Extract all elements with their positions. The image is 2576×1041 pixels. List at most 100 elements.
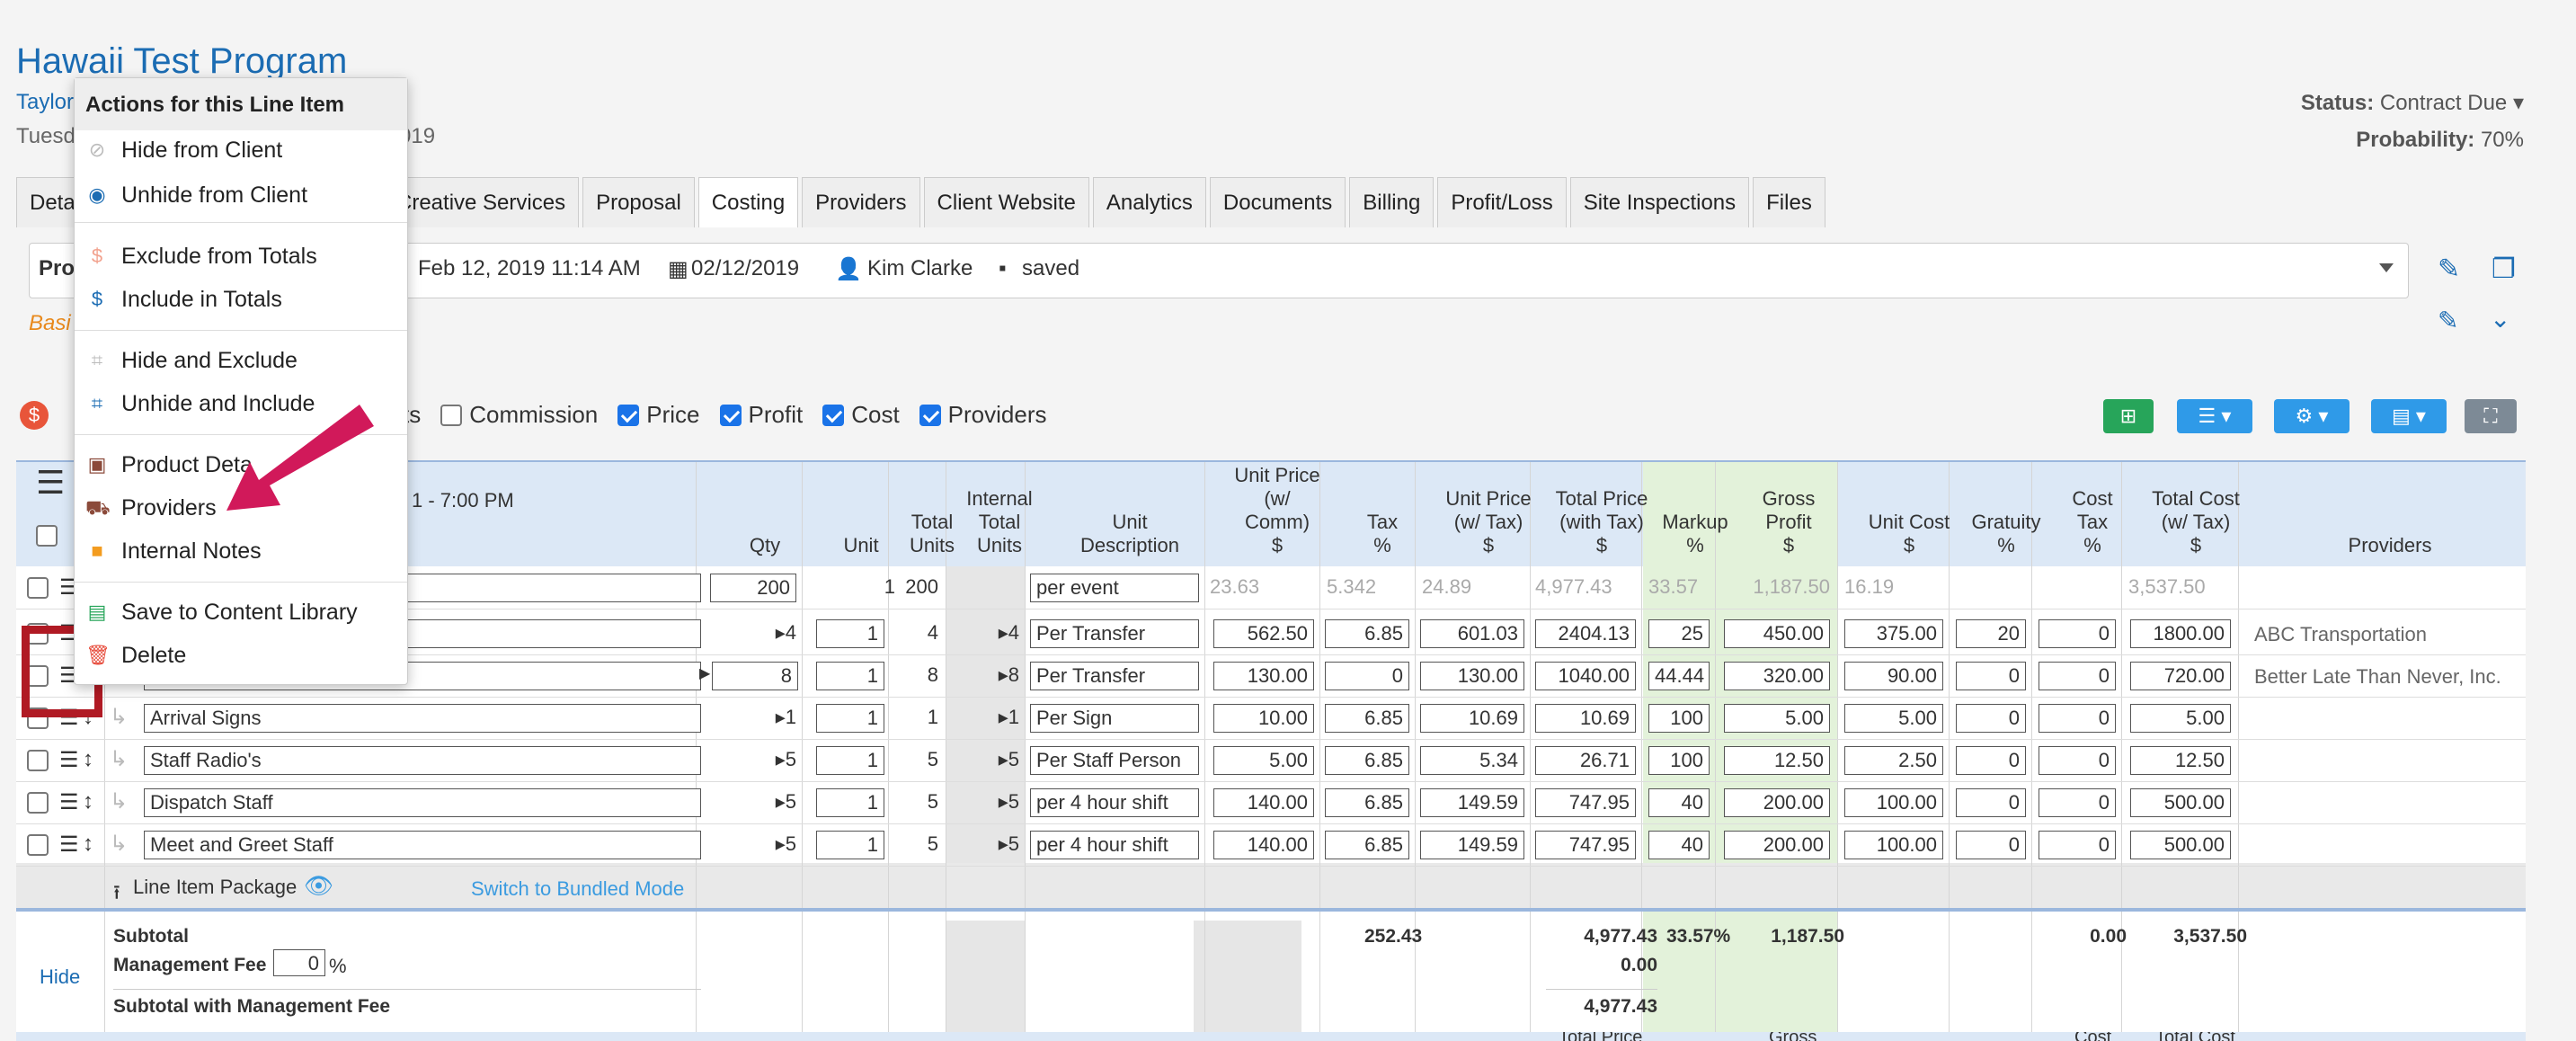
unit-price-input[interactable]: 562.50 (1213, 619, 1314, 648)
tax-input[interactable]: 6.85 (1325, 746, 1409, 775)
unit-description-input[interactable]: per 4 hour shift (1030, 788, 1199, 817)
total-price-input[interactable]: 1040.00 (1535, 662, 1636, 690)
unit-price-tax-input[interactable]: 149.59 (1420, 788, 1524, 817)
row-checkbox[interactable] (27, 750, 49, 771)
unit-price-input[interactable]: 140.00 (1213, 831, 1314, 859)
cost-tax-input[interactable]: 0 (2039, 619, 2116, 648)
unit-cost-input[interactable]: 5.00 (1844, 704, 1943, 733)
qty-input[interactable]: 8 (712, 662, 798, 690)
reorder-icon[interactable]: ↕ (83, 747, 93, 772)
unit-price-tax-input[interactable]: 601.03 (1420, 619, 1524, 648)
unit-input[interactable]: 1 (816, 831, 884, 859)
unit-input[interactable]: 1 (816, 704, 884, 733)
unit-description-input[interactable]: Per Staff Person (1030, 746, 1199, 775)
markup-input[interactable]: 25 (1648, 619, 1710, 648)
tab-files[interactable]: Files (1753, 177, 1825, 227)
cost-tax-input[interactable]: 0 (2039, 831, 2116, 859)
unit-description-input[interactable]: Per Transfer (1030, 619, 1199, 648)
gross-profit-input[interactable]: 5.00 (1724, 704, 1830, 733)
unit-cost-input[interactable]: 2.50 (1844, 746, 1943, 775)
gross-profit-input[interactable]: 200.00 (1724, 831, 1830, 859)
tab-documents[interactable]: Documents (1209, 177, 1346, 227)
gross-profit-input[interactable]: 12.50 (1724, 746, 1830, 775)
switch-bundled-link[interactable]: Switch to Bundled Mode (471, 877, 684, 901)
eye-icon[interactable]: 👁 (304, 872, 333, 900)
gross-profit-input[interactable]: 200.00 (1724, 788, 1830, 817)
unit-description-input[interactable]: per 4 hour shift (1030, 831, 1199, 859)
total-cost-input[interactable]: 5.00 (2130, 704, 2231, 733)
menu-delete[interactable]: 🗑 Delete (75, 636, 407, 675)
unit-cost-input[interactable]: 375.00 (1844, 619, 1943, 648)
gratuity-input[interactable]: 20 (1956, 619, 2026, 648)
tax-input[interactable]: 6.85 (1325, 619, 1409, 648)
total-cost-input[interactable]: 720.00 (2130, 662, 2231, 690)
tax-input[interactable]: 6.85 (1325, 704, 1409, 733)
checkbox[interactable] (440, 404, 463, 426)
menu-hide-and-exclude[interactable]: ⌗ Hide and Exclude (75, 341, 407, 380)
unit-price-input[interactable]: 10.00 (1213, 704, 1314, 733)
checkbox[interactable] (919, 404, 941, 426)
unit-price-tax-input[interactable]: 130.00 (1420, 662, 1524, 690)
unit-description-input[interactable]: per event (1030, 574, 1199, 602)
total-price-input[interactable]: 747.95 (1535, 831, 1636, 859)
unit-input[interactable]: 1 (816, 662, 884, 690)
unit-price-tax-input[interactable]: 10.69 (1420, 704, 1524, 733)
menu-hide-from-client[interactable]: ⊘ Hide from Client (75, 130, 407, 170)
fullscreen-button[interactable]: ⛶ (2465, 399, 2517, 433)
reorder-icon[interactable]: ↕ (83, 832, 93, 857)
unit-price-input[interactable]: 5.00 (1213, 746, 1314, 775)
hide-link[interactable]: Hide (40, 965, 80, 989)
provider-name[interactable]: Better Late Than Never, Inc. (2254, 665, 2501, 689)
cost-tax-input[interactable]: 0 (2039, 788, 2116, 817)
checkbox[interactable] (617, 404, 640, 426)
unit-input[interactable]: 1 (816, 788, 884, 817)
edit-square-icon[interactable]: ✎ (2438, 306, 2458, 335)
checkbox[interactable] (719, 404, 742, 426)
toggle-profit[interactable]: Profit (719, 401, 803, 429)
mgmt-fee-input[interactable]: 0 (273, 949, 325, 976)
tax-input[interactable]: 6.85 (1325, 788, 1409, 817)
hamburger-icon[interactable]: ☰ (59, 789, 79, 815)
tab-profit-loss[interactable]: Profit/Loss (1437, 177, 1567, 227)
list-options-button[interactable]: ☰ ▾ (2177, 399, 2252, 433)
markup-input[interactable]: 100 (1648, 746, 1710, 775)
unit-cost-input[interactable]: 90.00 (1844, 662, 1943, 690)
dollar-icon[interactable]: $ (20, 401, 49, 430)
total-cost-input[interactable]: 1800.00 (2130, 619, 2231, 648)
provider-name[interactable]: ABC Transportation (2254, 623, 2427, 646)
add-item-button[interactable]: ⊞ (2103, 399, 2154, 433)
tab-creative-services[interactable]: Creative Services (383, 177, 580, 227)
tab-providers[interactable]: Providers (802, 177, 920, 227)
menu-exclude-from-totals[interactable]: $ Exclude from Totals (75, 236, 407, 276)
select-all-checkbox[interactable] (36, 525, 65, 552)
item-name-input[interactable]: Dispatch Staff (144, 788, 701, 817)
total-cost-input[interactable]: 500.00 (2130, 788, 2231, 817)
total-price-input[interactable]: 2404.13 (1535, 619, 1636, 648)
unit-price-tax-input[interactable]: 149.59 (1420, 831, 1524, 859)
markup-input[interactable]: 40 (1648, 831, 1710, 859)
export-excel-button[interactable]: ▤ ▾ (2371, 399, 2447, 433)
unit-cost-input[interactable]: 100.00 (1844, 831, 1943, 859)
hamburger-icon[interactable]: ☰ (59, 832, 79, 858)
status[interactable]: Status: Contract Due ▾ (2301, 90, 2524, 116)
row-checkbox[interactable] (27, 834, 49, 856)
menu-save-to-library[interactable]: ▤ Save to Content Library (75, 592, 407, 632)
unit-description-input[interactable]: Per Sign (1030, 704, 1199, 733)
copy-icon[interactable]: ❐ (2492, 254, 2520, 284)
markup-input[interactable]: 40 (1648, 788, 1710, 817)
menu-internal-notes[interactable]: ■ Internal Notes (75, 531, 407, 571)
row-checkbox[interactable] (27, 792, 49, 814)
total-price-input[interactable]: 747.95 (1535, 788, 1636, 817)
gratuity-input[interactable]: 0 (1956, 704, 2026, 733)
unit-price-input[interactable]: 140.00 (1213, 788, 1314, 817)
cost-tax-input[interactable]: 0 (2039, 704, 2116, 733)
tab-billing[interactable]: Billing (1349, 177, 1435, 227)
tab-costing[interactable]: Costing (697, 177, 799, 227)
chevron-down-icon[interactable]: ⌄ (2490, 304, 2510, 334)
gross-profit-input[interactable]: 450.00 (1724, 619, 1830, 648)
gratuity-input[interactable]: 0 (1956, 662, 2026, 690)
unit-input[interactable]: 1 (816, 619, 884, 648)
cost-tax-input[interactable]: 0 (2039, 662, 2116, 690)
markup-input[interactable]: 44.44 (1648, 662, 1710, 690)
gratuity-input[interactable]: 0 (1956, 788, 2026, 817)
